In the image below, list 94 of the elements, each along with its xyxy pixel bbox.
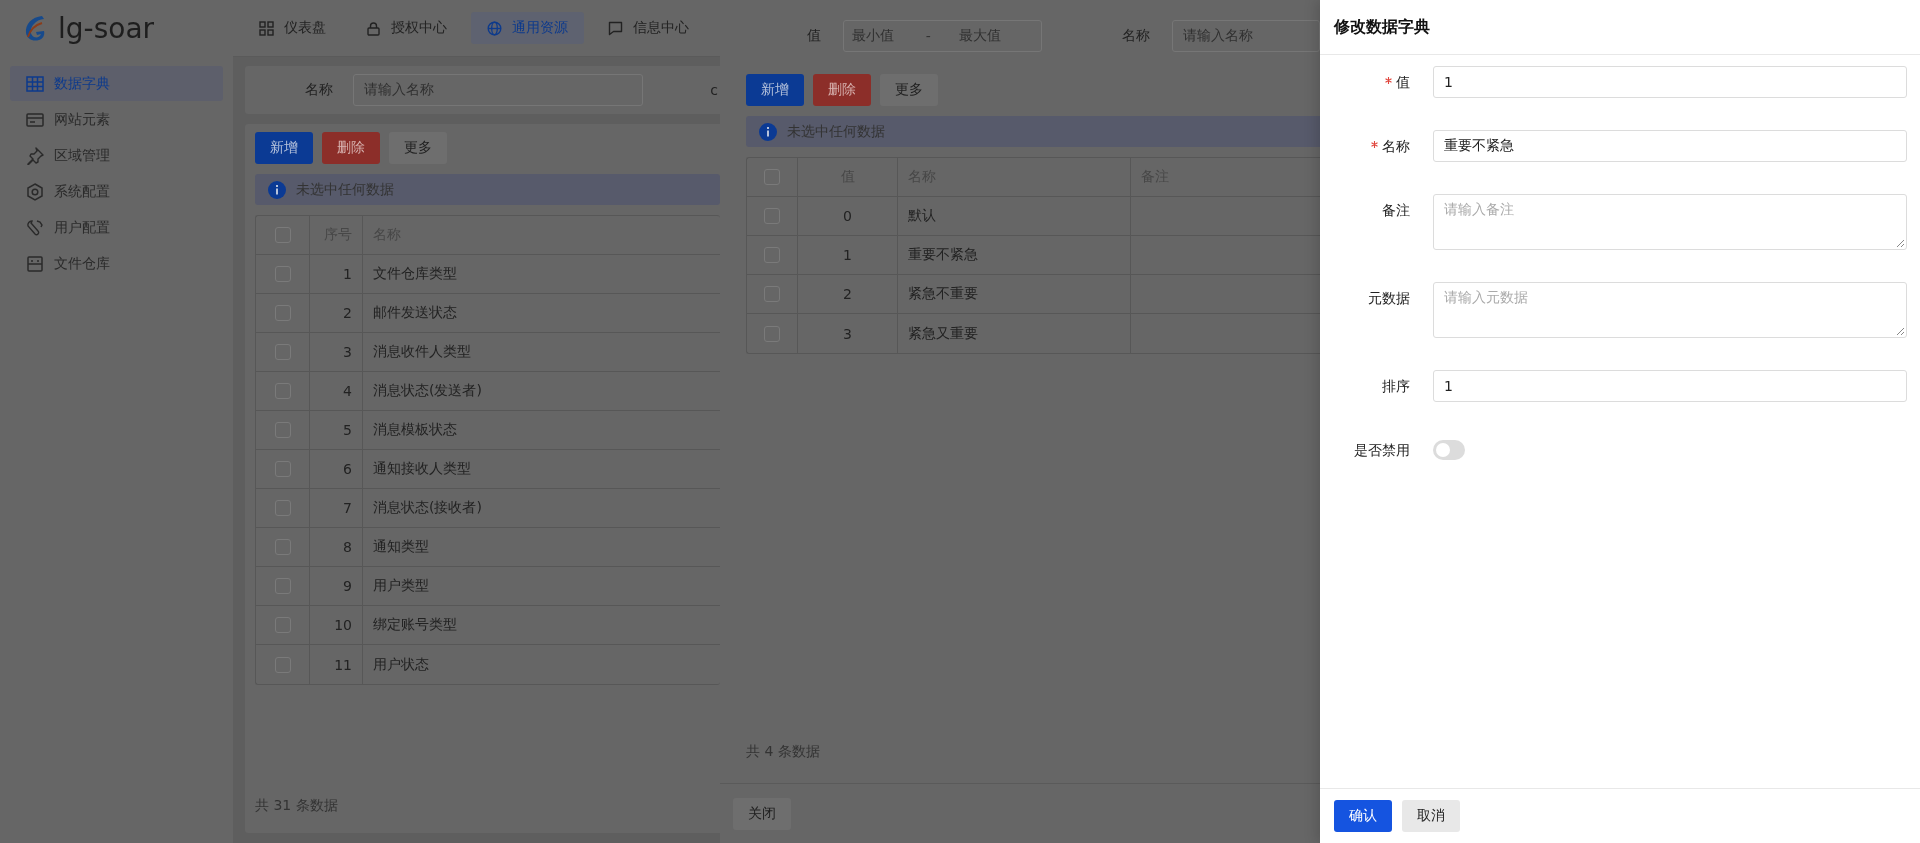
table-row[interactable]: 7 消息状态(接收者) bbox=[256, 489, 720, 528]
cancel-button[interactable]: 取消 bbox=[1402, 800, 1460, 832]
table-cell: 1 bbox=[310, 255, 363, 293]
table-icon bbox=[26, 74, 44, 93]
close-button[interactable]: 关闭 bbox=[733, 797, 791, 830]
table-row[interactable]: 9 用户类型 bbox=[256, 567, 720, 606]
logo-text: lg-soar bbox=[58, 11, 155, 45]
table-cell: 3 bbox=[310, 333, 363, 371]
table-row[interactable]: 2 邮件发送状态 bbox=[256, 294, 720, 333]
lock-icon bbox=[366, 20, 381, 36]
placeholder-text: 请输入备注 bbox=[1444, 201, 1514, 217]
toggle-switch[interactable] bbox=[1433, 440, 1465, 460]
table-cell: 7 bbox=[310, 489, 363, 527]
field-label: 名称 bbox=[1382, 137, 1410, 156]
sidebar-item[interactable]: 用户配置 bbox=[10, 210, 223, 245]
field-label: 排序 bbox=[1382, 377, 1410, 396]
table-row[interactable]: 3 紧急又重要 bbox=[747, 314, 1320, 353]
field-label: 名称 bbox=[1121, 26, 1150, 45]
table-cell: 2 bbox=[798, 275, 898, 313]
table-cell: 9 bbox=[310, 567, 363, 605]
table-cell-text: 用户状态 bbox=[372, 654, 430, 674]
table-cell: 10 bbox=[310, 606, 363, 644]
table-cell-text: 消息模板状态 bbox=[372, 420, 458, 439]
nav-tab[interactable]: 仪表盘 bbox=[243, 12, 342, 44]
table-cell-text: 通知类型 bbox=[372, 537, 430, 556]
table-row[interactable]: 1 文件仓库类型 bbox=[256, 255, 720, 294]
table-cell: 2 bbox=[310, 294, 363, 332]
table-cell: 4 bbox=[310, 372, 363, 410]
nav-tab[interactable]: 通用资源 bbox=[471, 12, 584, 44]
table-cell: 11 bbox=[310, 645, 363, 684]
primary-button[interactable]: 新增 bbox=[746, 74, 804, 106]
info-icon bbox=[268, 180, 286, 199]
table-row[interactable]: 11 用户状态 bbox=[256, 645, 720, 684]
placeholder-text: 请输入元数据 bbox=[1444, 289, 1528, 305]
textarea-field[interactable]: 请输入备注 bbox=[1433, 194, 1907, 250]
globe-icon bbox=[487, 20, 502, 36]
table-cell-text: 用户类型 bbox=[372, 576, 430, 595]
table-cell-text: 通知接收人类型 bbox=[372, 459, 472, 478]
table-row[interactable]: 3 消息收件人类型 bbox=[256, 333, 720, 372]
primary-button[interactable]: 新增 bbox=[255, 132, 313, 164]
field-label: 名称 bbox=[305, 81, 333, 99]
hexagon-icon bbox=[26, 182, 44, 201]
table-cell: 1 bbox=[798, 236, 898, 274]
textarea-field[interactable]: 请输入元数据 bbox=[1433, 282, 1907, 338]
table-cell-text: 消息收件人类型 bbox=[372, 342, 472, 361]
card-icon bbox=[26, 110, 44, 129]
table-cell: 默认 bbox=[898, 197, 1131, 235]
chat-icon bbox=[608, 20, 623, 36]
field-label: 元数据 bbox=[1368, 289, 1410, 308]
field-label: 是否禁用 bbox=[1354, 441, 1410, 460]
text-input[interactable]: 1 bbox=[1433, 370, 1907, 402]
table-cell: 6 bbox=[310, 450, 363, 488]
more-button[interactable]: 更多 bbox=[880, 74, 938, 106]
sidebar-item[interactable]: 网站元素 bbox=[10, 102, 223, 137]
table-cell: 重要不紧急 bbox=[898, 236, 1131, 274]
table-cell-text: 消息状态(发送者) bbox=[372, 381, 483, 400]
table-row[interactable]: 4 消息状态(发送者) bbox=[256, 372, 720, 411]
table-row[interactable]: 6 通知接收人类型 bbox=[256, 450, 720, 489]
table-cell-text: 绑定账号类型 bbox=[372, 615, 458, 634]
table-row[interactable]: 8 通知类型 bbox=[256, 528, 720, 567]
more-button[interactable]: 更多 bbox=[389, 132, 447, 164]
text-input[interactable]: 重要不紧急 bbox=[1433, 130, 1907, 162]
resize-grip-icon bbox=[1896, 327, 1904, 335]
field-label: 备注 bbox=[1382, 201, 1410, 220]
drawer-title: 修改数据字典 bbox=[1320, 0, 1920, 55]
table-cell: 3 bbox=[798, 314, 898, 353]
field-label: c bbox=[710, 82, 718, 98]
confirm-button[interactable]: 确认 bbox=[1334, 800, 1392, 832]
text-input[interactable]: 1 bbox=[1433, 66, 1907, 98]
info-icon bbox=[759, 122, 777, 141]
table-cell: 8 bbox=[310, 528, 363, 566]
table-cell-text: 消息状态(接收者) bbox=[372, 498, 483, 517]
sidebar-item[interactable]: 系统配置 bbox=[10, 174, 223, 209]
sidebar-item[interactable]: 数据字典 bbox=[10, 66, 223, 101]
table-cell: 5 bbox=[310, 411, 363, 449]
sidebar-item[interactable]: 文件仓库 bbox=[10, 246, 223, 281]
box-icon bbox=[26, 254, 44, 273]
resize-grip-icon bbox=[1896, 239, 1904, 247]
nav-tab[interactable]: 信息中心 bbox=[592, 12, 705, 44]
delete-button[interactable]: 删除 bbox=[322, 132, 380, 164]
field-label: 值 bbox=[807, 26, 821, 45]
nav-tab[interactable]: 授权中心 bbox=[350, 12, 463, 44]
range-separator: - bbox=[925, 27, 931, 44]
table-row[interactable]: 5 消息模板状态 bbox=[256, 411, 720, 450]
table-row[interactable]: 10 绑定账号类型 bbox=[256, 606, 720, 645]
grid-icon bbox=[259, 20, 274, 36]
table-cell: 紧急又重要 bbox=[898, 314, 1131, 353]
table-cell: 紧急不重要 bbox=[898, 275, 1131, 313]
delete-button[interactable]: 删除 bbox=[813, 74, 871, 106]
field-label: 值 bbox=[1396, 73, 1410, 92]
pin-icon bbox=[26, 146, 44, 165]
table-cell: 0 bbox=[798, 197, 898, 235]
table-cell-text: 邮件发送状态 bbox=[372, 303, 458, 322]
table-cell-text: 文件仓库类型 bbox=[372, 264, 458, 283]
